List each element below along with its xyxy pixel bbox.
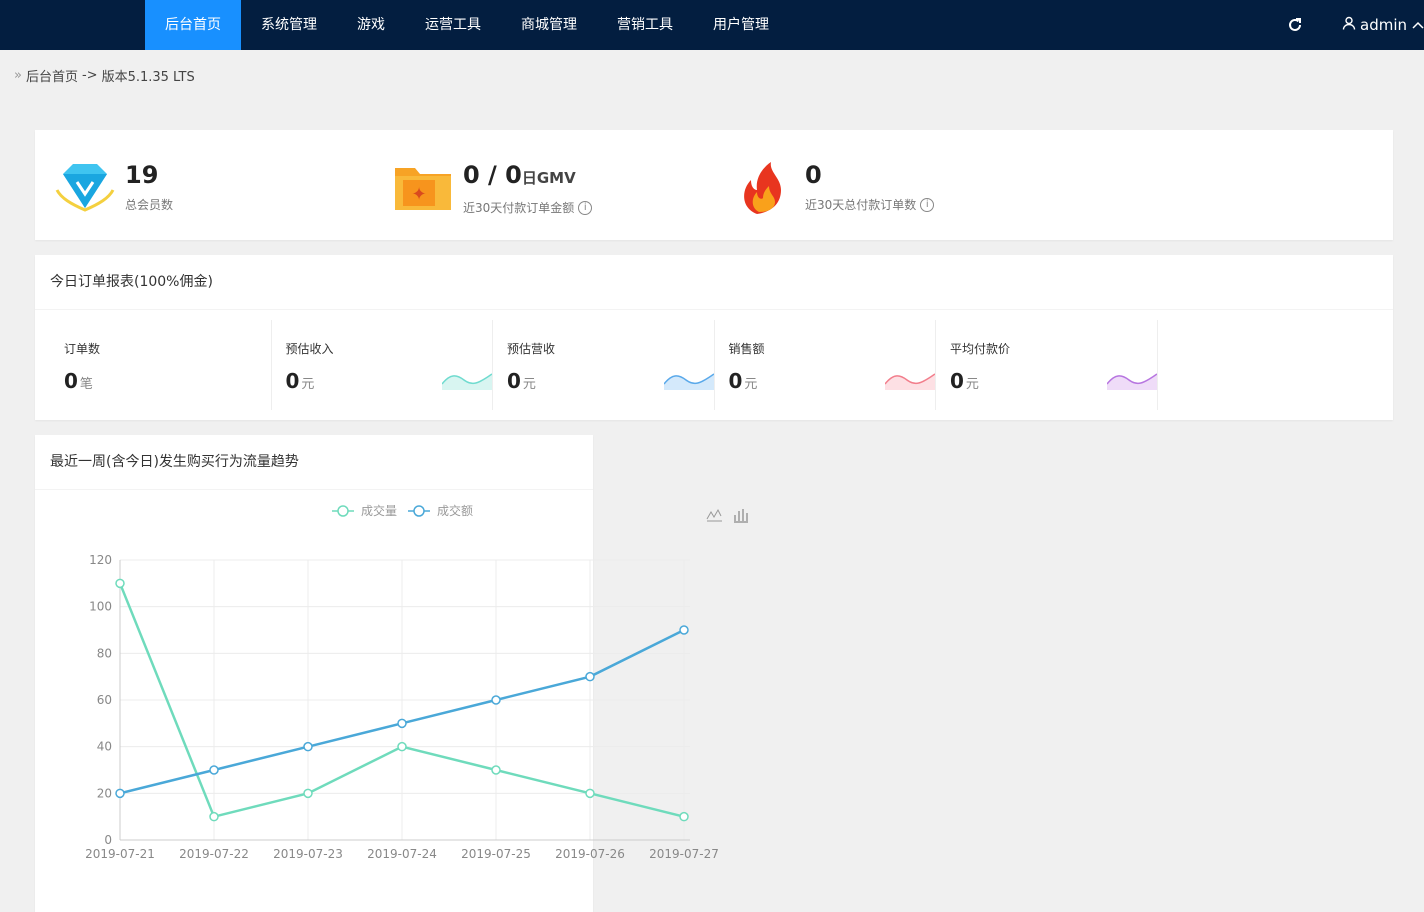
data-point [585,671,595,682]
data-point [679,811,689,822]
x-tick-label: 2019-07-24 [367,847,437,861]
legend-marker [337,505,349,517]
data-point [303,788,313,799]
y-tick-label: 100 [89,600,112,614]
data-point [397,741,407,752]
x-tick-label: 2019-07-21 [85,847,155,861]
y-tick-label: 40 [97,740,112,754]
trend-line-chart: 0 20 40 60 80 100 120 2019-07-21 2019-07-22 2019-… [85,503,748,861]
data-point [303,741,313,752]
data-point [115,578,125,589]
x-tick-label: 2019-07-23 [273,847,343,861]
legend-label: 成交额 [437,503,473,518]
y-tick-label: 60 [97,693,112,707]
data-point [397,718,407,729]
data-point [679,625,689,635]
line-chart-switch-icon[interactable] [706,508,722,522]
y-tick-label: 80 [97,646,112,660]
data-point [209,811,219,822]
x-tick-label: 2019-07-27 [649,847,719,861]
bar-chart-switch-icon[interactable] [734,509,748,523]
data-point [585,788,595,799]
x-tick-label: 2019-07-22 [179,847,249,861]
x-tick-label: 2019-07-26 [555,847,625,861]
x-tick-label: 2019-07-25 [461,847,531,861]
legend-marker [413,505,425,517]
y-tick-label: 0 [104,833,112,847]
data-point [209,765,219,775]
y-tick-label: 120 [89,553,112,567]
data-point [115,788,125,799]
data-point [491,695,501,705]
legend-label: 成交量 [361,503,397,518]
y-tick-label: 20 [97,786,112,800]
data-point [491,765,501,775]
